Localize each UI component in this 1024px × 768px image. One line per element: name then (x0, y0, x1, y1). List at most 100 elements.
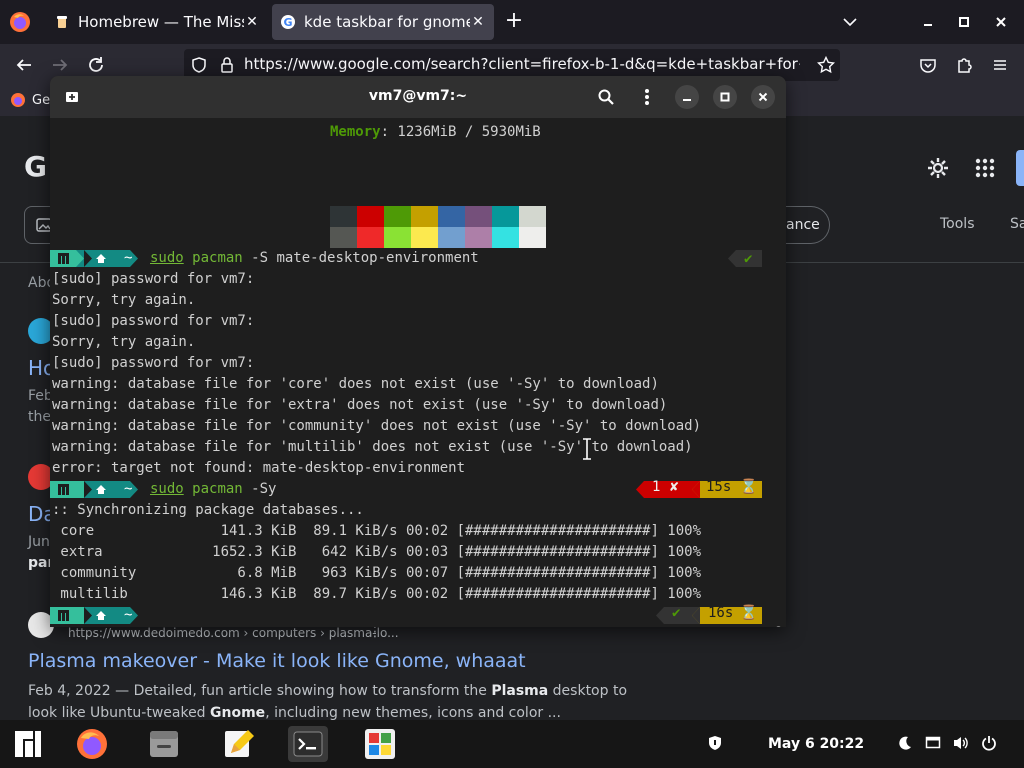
result-title[interactable]: Plasma makeover - Make it look like Gnom… (28, 650, 526, 672)
text-cursor-icon (582, 438, 592, 460)
tab-google-search[interactable]: G kde taskbar for gnome - Google Search … (272, 4, 494, 40)
kebab-menu-icon[interactable] (635, 85, 659, 109)
palette-swatch (357, 227, 384, 248)
palette-swatch (519, 227, 546, 248)
terminal-header-bar[interactable]: vm7@vm7:~ (50, 76, 786, 118)
search-icon[interactable] (594, 85, 618, 109)
result-url[interactable]: https://www.dedoimedo.com › computers › … (68, 626, 399, 640)
software-center-icon[interactable] (362, 726, 398, 762)
close-tab-icon[interactable]: ✕ (244, 14, 260, 30)
palette-swatch (330, 206, 357, 227)
palette-swatch (411, 227, 438, 248)
memory-line: Memory: 1236MiB / 5930MiB (330, 124, 541, 140)
shield-icon[interactable] (190, 56, 208, 74)
terminal-scrollbar[interactable] (776, 626, 781, 627)
bookmark-item[interactable]: Ge (10, 92, 50, 108)
color-palette (330, 206, 546, 248)
exit-status-fail: 1 ✘ 15s ⌛ (636, 479, 762, 500)
reload-icon[interactable] (84, 53, 108, 77)
exit-status-ok: ✔ 16s ⌛ (656, 605, 762, 626)
manjaro-menu-icon[interactable] (10, 726, 46, 762)
taskbar: May 6 20:22 (0, 720, 1024, 768)
file-manager-icon[interactable] (146, 726, 182, 762)
palette-swatch (492, 206, 519, 227)
output-line: warning: database file for 'extra' does … (52, 397, 668, 413)
close-window-button[interactable] (989, 10, 1013, 34)
google-favicon-icon: G (280, 14, 296, 30)
close-window-button[interactable] (751, 85, 775, 109)
hourglass-icon: ⌛ (740, 479, 758, 495)
sync-row: core 141.3 KiB 89.1 KiB/s 00:02 [#######… (52, 523, 702, 539)
volume-icon[interactable] (952, 734, 970, 752)
command-line: sudo pacman -Sy (150, 481, 277, 497)
sync-row: community 6.8 MiB 963 KiB/s 00:07 [#####… (52, 565, 702, 581)
tools-button[interactable]: Tools (940, 216, 975, 232)
firefox-icon[interactable] (74, 726, 110, 762)
text-editor-icon[interactable] (220, 726, 256, 762)
night-light-moon-icon[interactable] (896, 734, 914, 752)
browser-tab-bar: Homebrew — The Missing Package Manager ✕… (0, 0, 1024, 44)
power-icon[interactable] (980, 734, 998, 752)
palette-swatch (465, 206, 492, 227)
bookmark-star-icon[interactable] (814, 53, 838, 77)
tab-title: Homebrew — The Missing Package Manager (78, 13, 244, 31)
tab-homebrew[interactable]: Homebrew — The Missing Package Manager ✕ (46, 4, 268, 40)
output-line: error: target not found: mate-desktop-en… (52, 460, 466, 476)
svg-text:G: G (283, 16, 292, 29)
prompt-dir: ~ (124, 481, 133, 497)
extensions-icon[interactable] (952, 53, 976, 77)
palette-swatch (519, 206, 546, 227)
palette-row (330, 206, 546, 227)
forward-arrow-icon[interactable] (48, 53, 72, 77)
palette-swatch (384, 227, 411, 248)
palette-swatch (384, 206, 411, 227)
result-snippet: Feb 4, 2022 — Detailed, fun article show… (28, 683, 628, 721)
output-line: Sorry, try again. (52, 334, 196, 350)
terminal-app-icon[interactable] (288, 726, 328, 762)
output-line: warning: database file for 'community' d… (52, 418, 702, 434)
firefox-menu-icon[interactable] (8, 10, 32, 34)
firefox-icon (11, 93, 25, 107)
pocket-icon[interactable] (916, 53, 940, 77)
display-icon[interactable] (924, 734, 942, 752)
palette-swatch (438, 227, 465, 248)
gear-icon[interactable] (926, 156, 950, 180)
close-tab-icon[interactable]: ✕ (470, 14, 486, 30)
output-line: [sudo] password for vm7: (52, 313, 255, 329)
palette-swatch (357, 206, 384, 227)
tab-title: kde taskbar for gnome - Google Search (304, 13, 470, 31)
output-line: Sorry, try again. (52, 292, 196, 308)
output-line: warning: database file for 'multilib' do… (52, 439, 693, 455)
result-snippet: Jun (28, 534, 50, 550)
palette-row (330, 227, 546, 248)
output-line: [sudo] password for vm7: (52, 271, 255, 287)
lock-icon[interactable] (218, 56, 236, 74)
minimize-window-button[interactable] (675, 85, 699, 109)
bookmark-label: Ge (32, 92, 51, 108)
maximize-window-button[interactable] (952, 10, 976, 34)
palette-swatch (465, 227, 492, 248)
terminal-output[interactable]: Memory: 1236MiB / 5930MiB ~ sudo pacman … (50, 118, 786, 627)
url-text[interactable]: https://www.google.com/search?client=fir… (244, 55, 800, 75)
chevron-down-icon[interactable] (840, 12, 860, 32)
palette-swatch (438, 206, 465, 227)
minimize-window-button[interactable] (916, 10, 940, 34)
sync-row: multilib 146.3 KiB 89.7 KiB/s 00:02 [###… (52, 586, 702, 602)
hourglass-icon: ⌛ (740, 605, 758, 621)
sync-header: :: Synchronizing package databases... (52, 502, 364, 518)
clock[interactable]: May 6 20:22 (768, 736, 864, 752)
prompt-dir: ~ (124, 250, 133, 266)
output-line: [sudo] password for vm7: (52, 355, 255, 371)
hamburger-menu-icon[interactable] (988, 53, 1012, 77)
terminal-window[interactable]: vm7@vm7:~ Memory: 1236MiB / 5930MiB ~ su… (50, 76, 786, 627)
sign-in-button[interactable] (1016, 150, 1024, 186)
sync-row: extra 1652.3 KiB 642 KiB/s 00:03 [######… (52, 544, 702, 560)
google-logo[interactable]: G (24, 150, 47, 183)
new-tab-button[interactable]: + (502, 10, 526, 34)
maximize-window-button[interactable] (713, 85, 737, 109)
safesearch-button[interactable]: Sa (1010, 216, 1024, 232)
back-arrow-icon[interactable] (12, 53, 36, 77)
google-apps-icon[interactable] (973, 156, 997, 180)
output-line: warning: database file for 'core' does n… (52, 376, 659, 392)
security-shield-icon[interactable] (706, 734, 724, 752)
